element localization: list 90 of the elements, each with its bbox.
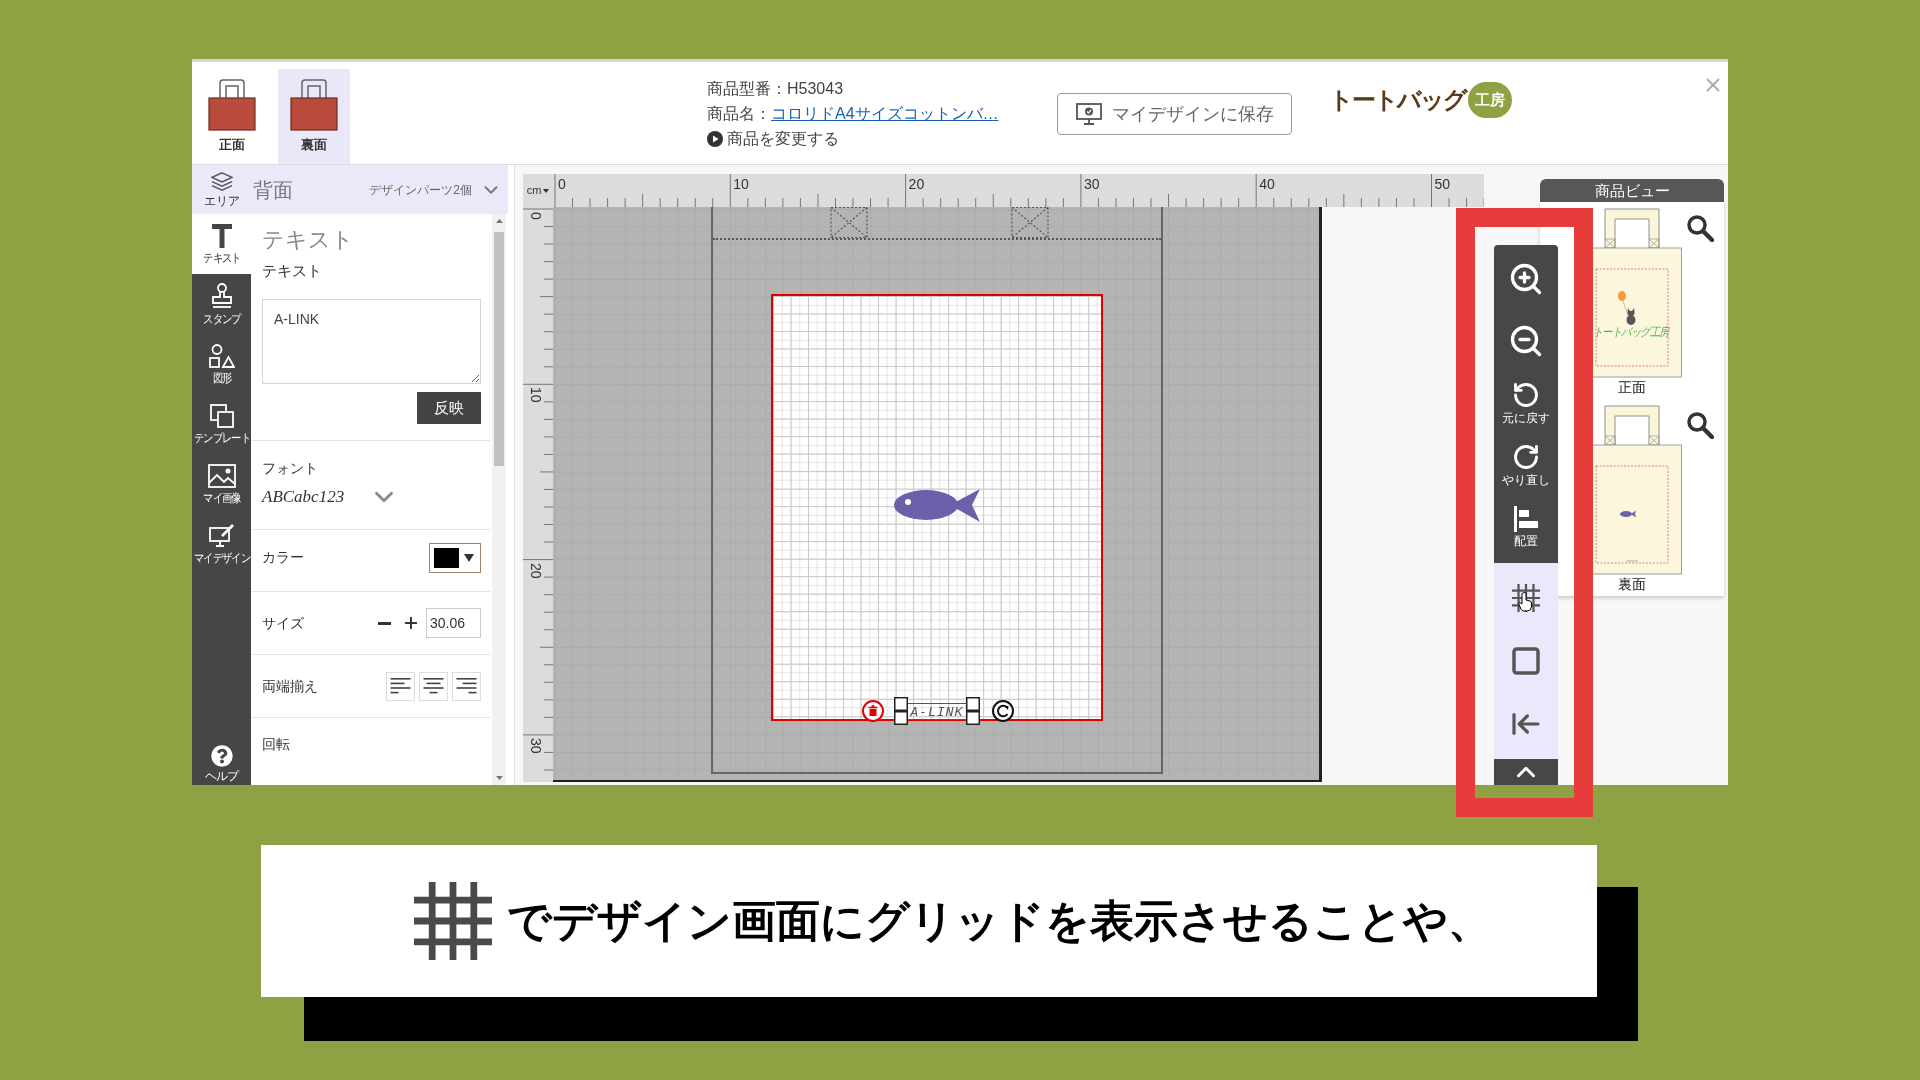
- grid-icon: [414, 882, 492, 960]
- image-icon: [207, 463, 236, 488]
- tote-bag-icon: [290, 77, 338, 131]
- save-button[interactable]: マイデザインに保存: [1057, 93, 1292, 135]
- sidebar-item[interactable]: 図形: [192, 334, 251, 394]
- align-center-button[interactable]: [419, 671, 448, 701]
- ruler-label: 20: [908, 176, 925, 192]
- field-label: フォント: [262, 459, 319, 478]
- ruler-label: 50: [1434, 176, 1451, 192]
- monitor-icon: [1076, 103, 1102, 125]
- view-tab[interactable]: 裏面: [278, 69, 350, 164]
- sidebar-item[interactable]: スタンプ: [192, 274, 251, 334]
- caret-down-icon: [543, 188, 550, 193]
- field-label: サイズ: [262, 613, 304, 633]
- field-label: テキスト: [262, 261, 323, 281]
- ruler-label: 30: [528, 737, 544, 754]
- overlapping-squares-icon: [209, 403, 234, 428]
- tote-bag-icon: [208, 77, 256, 131]
- thumbnail-label: 裏面: [1618, 575, 1646, 593]
- sidebar-item[interactable]: マイデザイン: [192, 514, 251, 574]
- change-product-link[interactable]: 商品を変更する: [707, 126, 839, 151]
- minus-icon: [377, 621, 391, 625]
- sidebar-item[interactable]: テキスト: [192, 214, 251, 274]
- field-label: カラー: [262, 548, 304, 567]
- ruler-label: 20: [528, 562, 544, 579]
- align-left-bars-icon: [1513, 506, 1539, 532]
- sidebar-item[interactable]: マイ画像: [192, 454, 251, 514]
- help-button[interactable]: ヘルプ: [192, 745, 251, 783]
- zoom-in-icon: [1508, 261, 1544, 297]
- shapes-icon: [208, 343, 235, 368]
- ruler-label: 0: [528, 212, 544, 220]
- field-label: 両端揃え: [262, 676, 318, 696]
- text-input[interactable]: A-LINK: [262, 299, 481, 384]
- ruler-label: 10: [528, 387, 544, 403]
- field-label: 回転: [262, 736, 290, 752]
- square-icon: [1510, 644, 1542, 677]
- fish-icon[interactable]: [894, 486, 980, 524]
- apply-button[interactable]: 反映: [417, 392, 481, 424]
- align-left-button[interactable]: [386, 671, 415, 701]
- product-name-label: 商品名：: [707, 104, 771, 124]
- product-code: 商品型番：H53043: [707, 79, 844, 99]
- undo-icon: [1512, 381, 1540, 409]
- scroll-up-icon: [495, 219, 503, 223]
- play-icon: [707, 130, 723, 147]
- panel-title: テキスト: [262, 226, 355, 254]
- size-input[interactable]: 30.06: [426, 608, 481, 638]
- product-view-title: 商品ビュー: [1540, 179, 1724, 202]
- undo-button[interactable]: 元に戻す: [1494, 372, 1558, 434]
- redo-icon: [1512, 443, 1540, 471]
- ruler-label: 30: [1083, 176, 1100, 192]
- zoom-out-icon: [1508, 323, 1544, 359]
- monitor-brush-icon: [208, 523, 235, 548]
- sidebar-item[interactable]: テンプレート: [192, 394, 251, 454]
- arrange-button[interactable]: 配置: [1494, 496, 1558, 558]
- ruler-label: 0: [558, 176, 566, 192]
- unit-dropdown[interactable]: cm: [523, 174, 553, 207]
- text-icon: [211, 223, 232, 248]
- scroll-down-icon: [495, 776, 503, 780]
- logo-text: トートバッグ: [1329, 85, 1466, 115]
- logo-badge: 工房: [1468, 82, 1512, 118]
- product-name-link[interactable]: コロリドA4サイズコットンバ…: [771, 101, 999, 126]
- scrollbar-thumb[interactable]: [494, 232, 504, 466]
- align-right-icon: [456, 678, 477, 694]
- ruler-label: 10: [733, 176, 749, 192]
- caption-text: でデザイン画面にグリッドを表示させることや、: [507, 895, 1492, 947]
- resize-handle-icon[interactable]: [894, 697, 908, 725]
- area-title: 背面: [253, 177, 293, 203]
- hand-cursor-icon: [1518, 592, 1532, 612]
- caret-down-icon: [464, 553, 474, 562]
- ruler-label: 40: [1259, 176, 1275, 192]
- parts-count: デザインパーツ2個: [369, 181, 472, 199]
- redo-button[interactable]: やり直し: [1494, 434, 1558, 496]
- font-sample: ABCabc123: [262, 486, 346, 509]
- thumbnail-label: 正面: [1618, 378, 1646, 396]
- stamp-icon: [210, 282, 233, 309]
- zoom-button[interactable]: [1686, 411, 1714, 439]
- grid-icon: [1512, 583, 1540, 612]
- scrollbar[interactable]: [492, 214, 506, 785]
- align-center-icon: [423, 678, 444, 694]
- zoom-button[interactable]: [1686, 214, 1714, 242]
- resize-handle-icon[interactable]: [966, 697, 980, 725]
- align-left-icon: [390, 678, 411, 694]
- align-right-button[interactable]: [452, 671, 481, 701]
- search-icon: [1686, 214, 1714, 242]
- layers-icon: [210, 171, 233, 192]
- area-button[interactable]: エリア: [192, 165, 251, 214]
- search-icon: [1686, 411, 1714, 439]
- color-picker[interactable]: [429, 542, 481, 573]
- design-text: トートバッグ工房: [1593, 325, 1669, 339]
- help-icon: [210, 745, 233, 767]
